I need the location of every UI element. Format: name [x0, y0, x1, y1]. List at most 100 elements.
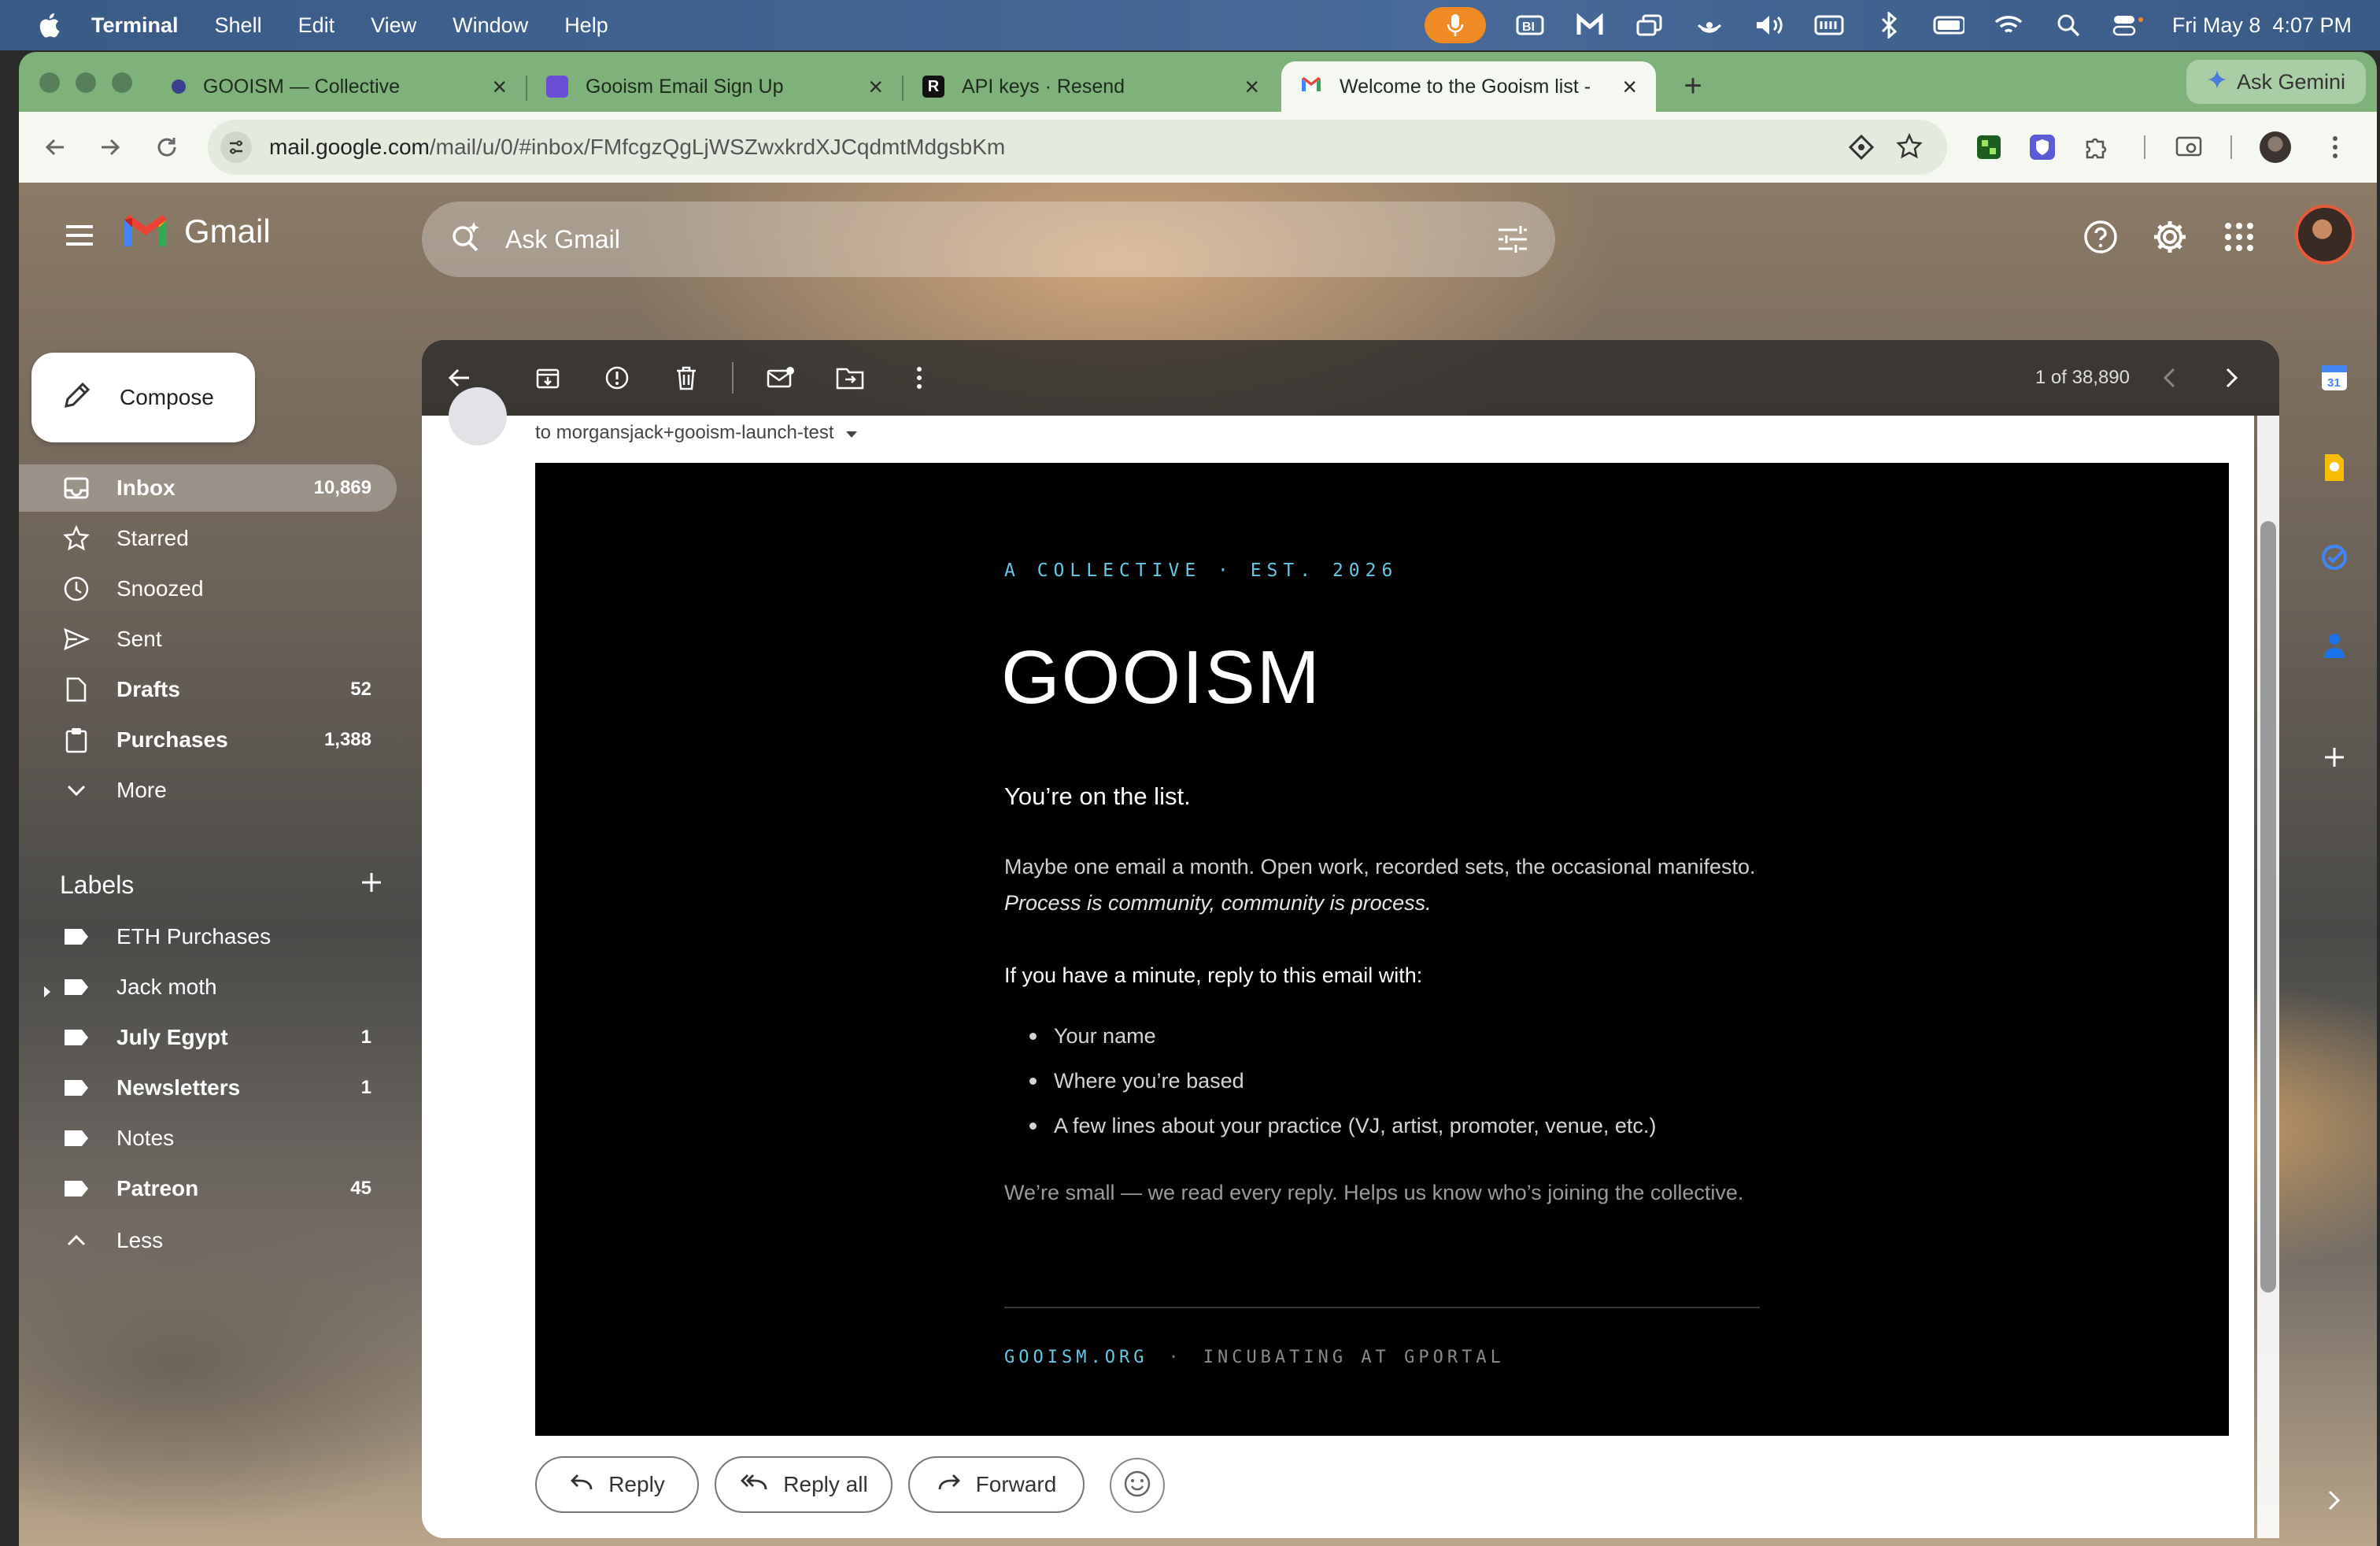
malwarebytes-icon[interactable] [1574, 9, 1606, 41]
reply-button[interactable]: Reply [535, 1456, 699, 1513]
gmail-logo[interactable]: Gmail [121, 206, 271, 257]
toolbar-divider [2230, 135, 2232, 159]
forward-button[interactable]: Forward [908, 1456, 1085, 1513]
sidebar-item-inbox[interactable]: Inbox 10,869 [19, 464, 397, 512]
sidebar-item-label: More [116, 778, 167, 802]
battery-icon[interactable] [1933, 9, 1964, 41]
label-tag-icon [60, 1071, 93, 1104]
older-chevron-icon[interactable] [2213, 359, 2251, 397]
sidebar-item-more[interactable]: More [19, 767, 397, 814]
emoji-reaction-button[interactable] [1110, 1458, 1165, 1513]
compose-button[interactable]: Compose [31, 353, 255, 442]
control-center-icon[interactable] [2112, 9, 2144, 41]
sender-avatar[interactable] [449, 387, 507, 446]
chrome-menu-icon[interactable] [2317, 129, 2353, 165]
more-options-icon[interactable] [897, 356, 941, 400]
ask-gemini-button[interactable]: Ask Gemini [2186, 60, 2366, 104]
reply-all-button[interactable]: Reply all [715, 1456, 893, 1513]
menu-window[interactable]: Window [453, 13, 528, 38]
profile-avatar-icon[interactable] [2257, 129, 2293, 165]
mark-unread-icon[interactable] [759, 356, 803, 400]
apple-logo-icon[interactable] [30, 6, 68, 44]
site-info-icon[interactable] [220, 131, 252, 163]
get-add-ons-icon[interactable] [2314, 737, 2355, 778]
reload-icon[interactable] [145, 125, 189, 169]
label-july-egypt[interactable]: July Egypt 1 [19, 1014, 397, 1061]
tab-gooism-collective[interactable]: GOOISM — Collective × [148, 61, 526, 112]
menu-edit[interactable]: Edit [298, 13, 335, 38]
menu-view[interactable]: View [371, 13, 416, 38]
forward-arrow-icon[interactable] [88, 125, 132, 169]
bi-app-icon[interactable]: BI [1514, 9, 1546, 41]
google-keep-icon[interactable] [2314, 447, 2355, 488]
report-spam-icon[interactable] [595, 356, 639, 400]
add-label-icon[interactable] [360, 871, 382, 900]
volume-icon[interactable] [1754, 9, 1785, 41]
tab-search-icon[interactable] [2171, 129, 2207, 165]
sidebar-item-less[interactable]: Less [19, 1217, 397, 1264]
tab-welcome-gooism-list[interactable]: Welcome to the Gooism list - × [1281, 61, 1656, 112]
window-close-button[interactable] [39, 72, 60, 93]
sidebar-item-sent[interactable]: Sent [19, 616, 397, 663]
apps-grid-icon[interactable] [2218, 216, 2260, 258]
delete-trash-icon[interactable] [664, 356, 708, 400]
tab-api-keys-resend[interactable]: R API keys · Resend × [904, 61, 1278, 112]
tab-close-icon[interactable]: × [492, 72, 507, 102]
main-menu-icon[interactable] [58, 214, 101, 257]
spotlight-search-icon[interactable] [2053, 9, 2084, 41]
window-zoom-button[interactable] [112, 72, 132, 93]
search-options-icon[interactable] [1495, 222, 1530, 263]
email-divider [1004, 1307, 1760, 1308]
recipient-details-caret-icon[interactable] [845, 422, 858, 444]
keyboard-icon[interactable] [1813, 9, 1845, 41]
search-input[interactable]: Ask Gmail [505, 225, 620, 254]
google-tasks-icon[interactable] [2314, 537, 2355, 578]
google-calendar-icon[interactable]: 31 [2314, 357, 2355, 398]
sidebar-item-drafts[interactable]: Drafts 52 [19, 666, 397, 713]
footer-site-link[interactable]: GOOISM.ORG [1004, 1348, 1148, 1367]
wifi-icon[interactable] [1993, 9, 2024, 41]
sidebar-item-snoozed[interactable]: Snoozed [19, 565, 397, 612]
lens-icon[interactable] [1848, 134, 1875, 166]
tab-close-icon[interactable]: × [1622, 72, 1637, 102]
label-patreon[interactable]: Patreon 45 [19, 1165, 397, 1212]
label-jack-moth[interactable]: Jack moth [19, 963, 397, 1011]
extension-shield-icon[interactable] [2024, 129, 2060, 165]
move-to-icon[interactable] [828, 356, 872, 400]
account-avatar[interactable] [2295, 205, 2355, 264]
gmail-favicon-icon [1300, 76, 1322, 98]
archive-icon[interactable] [526, 356, 570, 400]
label-eth-purchases[interactable]: ETH Purchases [19, 913, 397, 960]
bluetooth-icon[interactable] [1873, 9, 1905, 41]
new-tab-button[interactable]: + [1673, 66, 1713, 105]
back-arrow-icon[interactable] [33, 125, 77, 169]
extensions-puzzle-icon[interactable] [2078, 129, 2114, 165]
help-icon[interactable] [2079, 216, 2122, 258]
compose-label: Compose [120, 385, 214, 409]
expand-caret-icon[interactable] [42, 979, 52, 1004]
hide-side-panel-icon[interactable] [2314, 1480, 2355, 1521]
tab-close-icon[interactable]: × [868, 72, 883, 102]
menu-shell[interactable]: Shell [215, 13, 262, 38]
label-newsletters[interactable]: Newsletters 1 [19, 1064, 397, 1111]
newer-chevron-icon[interactable] [2150, 359, 2188, 397]
tab-close-icon[interactable]: × [1244, 72, 1259, 102]
settings-gear-icon[interactable] [2149, 216, 2191, 258]
menubar-clock[interactable]: Fri May 8 4:07 PM [2172, 13, 2352, 38]
microphone-icon[interactable] [1424, 7, 1486, 43]
scrollbar-thumb[interactable] [2260, 521, 2276, 1293]
sidebar-item-purchases[interactable]: Purchases 1,388 [19, 716, 397, 764]
extension-grid-icon[interactable] [1971, 129, 2007, 165]
sidebar-item-starred[interactable]: Starred [19, 515, 397, 562]
google-contacts-icon[interactable] [2314, 625, 2355, 666]
menu-help[interactable]: Help [564, 13, 608, 38]
screens-icon[interactable] [1634, 9, 1665, 41]
window-minimize-button[interactable] [76, 72, 96, 93]
bookmark-star-icon[interactable] [1895, 132, 1924, 166]
tab-gooism-email-sign-up[interactable]: Gooism Email Sign Up × [527, 61, 902, 112]
search-bar[interactable]: Ask Gmail [422, 202, 1555, 277]
menu-app-terminal[interactable]: Terminal [91, 13, 179, 38]
airdrop-icon[interactable] [1694, 9, 1725, 41]
label-notes[interactable]: Notes [19, 1115, 397, 1162]
address-bar[interactable]: mail.google.com/mail/u/0/#inbox/FMfcgzQg… [208, 120, 1947, 175]
